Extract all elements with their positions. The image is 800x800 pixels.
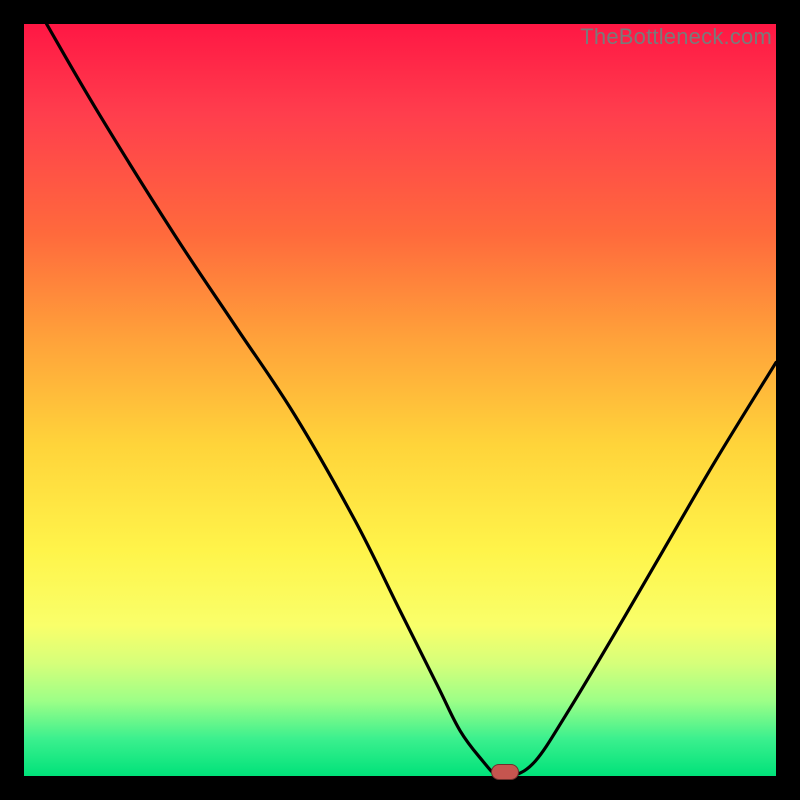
chart-frame: TheBottleneck.com: [0, 0, 800, 800]
optimal-point-marker: [491, 764, 519, 780]
bottleneck-curve: [24, 24, 776, 776]
watermark-text: TheBottleneck.com: [580, 24, 772, 50]
plot-area: TheBottleneck.com: [24, 24, 776, 776]
